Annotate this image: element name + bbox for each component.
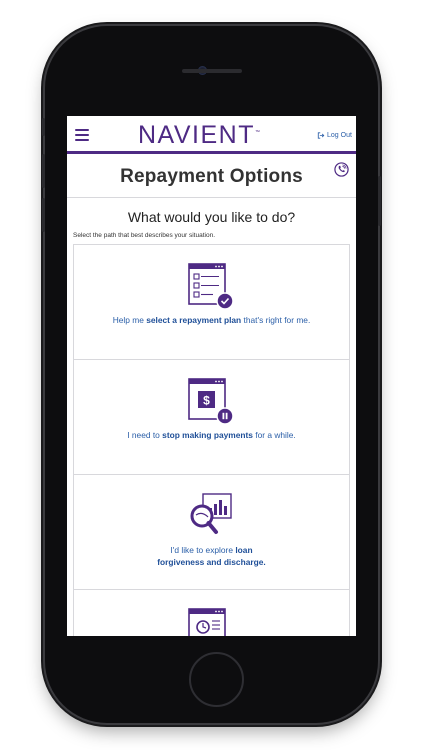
magnify-chart-icon [190, 493, 232, 534]
document-clock-icon [188, 608, 226, 636]
app-screen: NAVIENT™ Log Out Repayment Options What … [67, 116, 356, 636]
option-more[interactable] [74, 590, 349, 636]
options-list: Help me select a repayment plan that's r… [73, 244, 350, 636]
checklist-icon [188, 263, 234, 310]
page-title: Repayment Options [120, 166, 303, 187]
logout-label: Log Out [327, 132, 352, 139]
prompt-question: What would you like to do? [127, 209, 296, 225]
prompt-subtext: Select the path that best describes your… [73, 232, 216, 239]
logo-text: NAVIENT [138, 121, 255, 149]
phone-silent-switch [42, 118, 45, 136]
svg-text:$: $ [203, 394, 210, 408]
logo-trademark: ™ [255, 129, 260, 136]
title-section: Repayment Options [67, 157, 356, 198]
logout-button[interactable]: Log Out [317, 132, 352, 139]
home-button[interactable] [189, 652, 244, 707]
option-label: Help me select a repayment plan that's r… [112, 315, 311, 325]
option-stop-payments[interactable]: $ I need to stop making payments for a w… [74, 360, 349, 475]
earpiece-speaker [182, 69, 242, 73]
phone-frame: NAVIENT™ Log Out Repayment Options What … [42, 26, 381, 723]
option-label: I need to stop making payments for a whi… [127, 430, 296, 440]
navient-logo[interactable]: NAVIENT™ [138, 121, 260, 150]
menu-icon[interactable] [75, 129, 89, 141]
option-loan-forgiveness[interactable]: I'd like to explore loan forgiveness and… [74, 475, 349, 590]
phone-call-icon[interactable] [334, 162, 349, 177]
option-select-repayment-plan[interactable]: Help me select a repayment plan that's r… [74, 245, 349, 360]
option-label: I'd like to explore loan forgiveness and… [157, 545, 266, 567]
app-header: NAVIENT™ Log Out [67, 116, 356, 154]
phone-power-button [378, 176, 381, 226]
pause-payment-icon: $ [188, 378, 234, 425]
logout-icon [317, 132, 325, 139]
phone-volume-up [42, 154, 45, 188]
phone-volume-down [42, 198, 45, 232]
